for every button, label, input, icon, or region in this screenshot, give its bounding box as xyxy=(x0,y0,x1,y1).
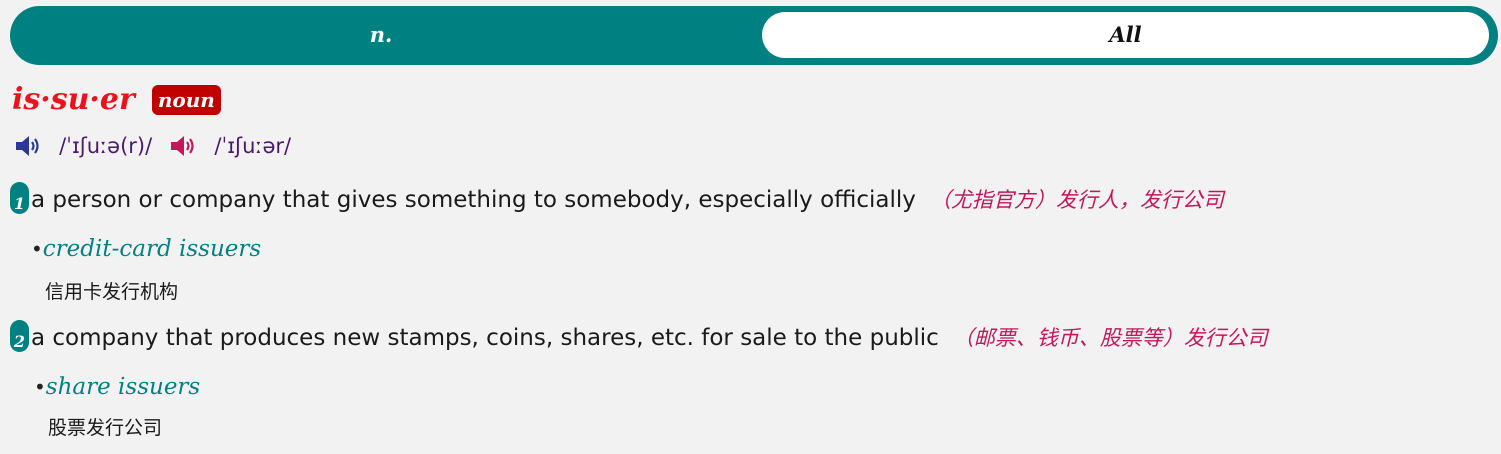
example-translation: 信用卡发行机构 xyxy=(45,281,179,303)
definition: a person or company that gives something… xyxy=(31,187,916,213)
headword: is·su·er xyxy=(12,82,135,117)
sense-number: 1 xyxy=(10,182,29,214)
example-bullet: • xyxy=(31,237,43,261)
tab-all[interactable]: All xyxy=(762,12,1489,58)
tab-noun[interactable]: n. xyxy=(10,12,752,58)
pronunciation-row: /ˈɪʃuːə(r)/ /ˈɪʃuːər/ xyxy=(14,133,303,165)
example: •credit-card issuers xyxy=(31,236,261,262)
example-text: share issuers xyxy=(45,374,201,400)
definition-translation: （尤指官方）发行人，发行公司 xyxy=(929,188,1224,212)
phonetic-bre: /ˈɪʃuːə(r)/ xyxy=(59,134,153,158)
speaker-icon xyxy=(171,136,194,156)
tab-bar: n. All xyxy=(10,6,1498,65)
example-text: credit-card issuers xyxy=(42,236,262,262)
definition-translation: （邮票、钱币、股票等）发行公司 xyxy=(952,326,1268,350)
speaker-icon xyxy=(16,136,39,156)
sense-1: 1a person or company that gives somethin… xyxy=(10,182,1224,214)
pos-badge: noun xyxy=(151,84,221,115)
headword-row: is·su·er noun xyxy=(12,82,221,122)
example-translation: 股票发行公司 xyxy=(48,417,163,439)
speaker-icon-name[interactable] xyxy=(169,133,199,159)
example-bullet: • xyxy=(34,375,46,399)
sense-number: 2 xyxy=(10,320,29,352)
phonetic-name: /ˈɪʃuːər/ xyxy=(214,134,292,158)
sense-2: 2a company that produces new stamps, coi… xyxy=(10,320,1268,352)
definition: a company that produces new stamps, coin… xyxy=(31,325,939,351)
speaker-icon-bre[interactable] xyxy=(14,133,44,159)
example: •share issuers xyxy=(34,374,200,400)
